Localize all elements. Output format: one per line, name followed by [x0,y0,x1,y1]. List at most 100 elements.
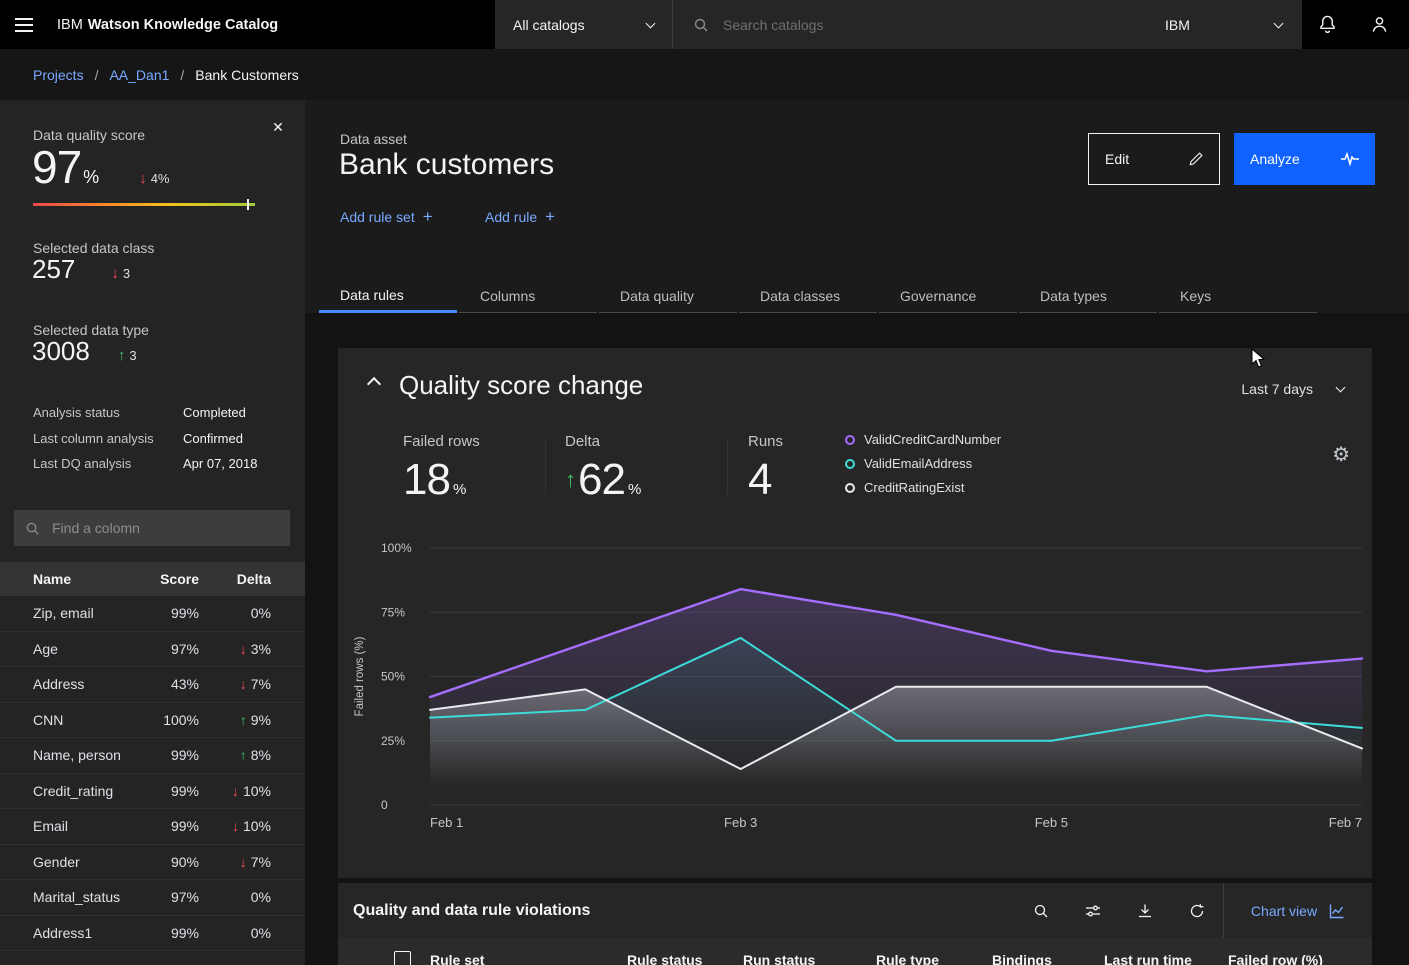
tab-data-classes[interactable]: Data classes [739,280,877,313]
plus-icon: + [423,208,433,225]
tab-bar: Data rulesColumnsData qualityData classe… [319,280,1317,313]
catalog-dropdown[interactable]: All catalogs [495,0,672,49]
pulse-icon [1341,152,1359,166]
notifications-button[interactable] [1301,0,1353,49]
chevron-down-icon [1274,18,1284,28]
tab-columns[interactable]: Columns [459,280,597,313]
breadcrumb-item[interactable]: AA_Dan1 [109,67,169,83]
column-header-delta[interactable]: Delta [199,571,271,587]
svg-text:25%: 25% [381,734,405,748]
column-header[interactable]: Last run time [1104,952,1192,965]
table-row[interactable]: Credit_rating99%↓10% [0,774,305,810]
column-score: 99% [139,605,199,621]
column-score: 100% [139,712,199,728]
svg-text:50%: 50% [381,670,405,684]
download-icon[interactable] [1119,883,1171,938]
table-row[interactable]: Name, person99%↑8% [0,738,305,774]
select-all-checkbox[interactable] [394,951,411,965]
account-dropdown[interactable]: IBM [1145,0,1302,49]
brand-prefix: IBM [57,17,83,33]
table-row[interactable]: Address43%↓7% [0,667,305,703]
top-bar: IBM Watson Knowledge Catalog All catalog… [0,0,1409,49]
page-title: Bank customers [339,148,554,182]
table-row[interactable]: Age97%↓3% [0,632,305,668]
add-rule-set-link[interactable]: Add rule set + [340,208,433,225]
data-type-delta: ↑ 3 [118,348,137,363]
tab-data-rules[interactable]: Data rules [319,280,457,313]
filter-icon[interactable] [1067,883,1119,938]
chart-view-toggle[interactable]: Chart view [1223,883,1372,938]
svg-text:Feb 1: Feb 1 [430,815,463,830]
analysis-label: Analysis status [33,405,120,420]
refresh-icon[interactable] [1171,883,1223,938]
column-header-score[interactable]: Score [139,571,199,587]
column-name: Name, person [33,747,139,763]
arrow-down-icon: ↓ [240,855,247,869]
breadcrumb-separator: / [180,67,184,83]
column-header[interactable]: Run status [743,952,815,965]
table-row[interactable]: Zip, email99%0% [0,596,305,632]
column-delta-value: 0% [251,889,271,905]
analysis-label: Last column analysis [33,431,154,446]
data-class-count: 257 [32,256,75,282]
quality-score: 97 % ↓ 4% [32,144,169,190]
edit-button[interactable]: Edit [1088,133,1220,185]
close-icon[interactable]: ✕ [264,113,292,141]
analyze-button[interactable]: Analyze [1234,133,1375,185]
score-marker [247,199,249,210]
catalog-search[interactable] [672,0,1145,49]
breadcrumb: Projects/AA_Dan1/Bank Customers [0,49,1409,100]
arrow-up-icon: ↑ [118,348,126,363]
analysis-row: Last DQ analysisApr 07, 2018 [0,451,305,477]
add-rule-link[interactable]: Add rule + [485,208,555,225]
chart-view-label: Chart view [1251,903,1317,919]
column-header[interactable]: Rule status [627,952,702,965]
analysis-list: Analysis statusCompletedLast column anal… [0,400,305,477]
violations-header-row: Rule set Rule status Run status Rule type Bi… [338,938,1372,965]
column-header[interactable]: Rule set [430,952,484,965]
column-delta-value: 3% [251,641,271,657]
account-dropdown-label: IBM [1165,17,1190,33]
column-score: 97% [139,889,199,905]
search-input[interactable] [721,16,1145,34]
column-header-name[interactable]: Name [33,571,139,587]
table-row[interactable]: Marital_status97% 0% [0,880,305,916]
column-name: Gender [33,854,139,870]
profile-button[interactable] [1353,0,1405,49]
column-delta: ↓10% [199,783,271,799]
column-header[interactable]: Rule type [876,952,939,965]
column-header[interactable]: Bindings [992,952,1052,965]
table-row[interactable]: Address199%0% [0,916,305,952]
column-name: Marital_status [33,889,139,905]
column-score: 97% [139,641,199,657]
svg-text:Failed rows (%): Failed rows (%) [354,636,366,716]
tab-data-types[interactable]: Data types [1019,280,1157,313]
column-delta: ↓10% [199,818,271,834]
data-type-delta-value: 3 [129,348,136,363]
add-rule-label: Add rule [485,209,537,225]
tab-governance[interactable]: Governance [879,280,1017,313]
tab-keys[interactable]: Keys [1159,280,1317,313]
find-column-input[interactable] [50,519,290,537]
quality-chart: 100%75%50%25%0Failed rows (%)Feb 1Feb 3F… [338,348,1372,878]
violations-toolbar: Chart view [1015,883,1372,938]
column-header[interactable]: Failed row (%) [1228,952,1323,965]
search-icon[interactable] [1015,883,1067,938]
table-row[interactable]: Gender90%↓7% [0,845,305,881]
table-row[interactable]: Email99%↓10% [0,809,305,845]
tab-data-quality[interactable]: Data quality [599,280,737,313]
menu-icon[interactable] [0,0,48,49]
breadcrumb-item[interactable]: Projects [33,67,84,83]
column-delta-value: 8% [251,747,271,763]
search-icon [25,521,40,536]
app-title: IBM Watson Knowledge Catalog [57,0,278,49]
column-score: 99% [139,925,199,941]
arrow-up-icon: ↑ [240,713,247,727]
column-search[interactable] [14,510,290,546]
score-gradient-bar [33,203,255,206]
column-name: CNN [33,712,139,728]
violations-card: Quality and data rule violations Chart v… [338,883,1372,965]
table-row[interactable]: CNN100%↑9% [0,703,305,739]
column-delta-value: 7% [251,676,271,692]
score-value: 97 [32,144,81,190]
